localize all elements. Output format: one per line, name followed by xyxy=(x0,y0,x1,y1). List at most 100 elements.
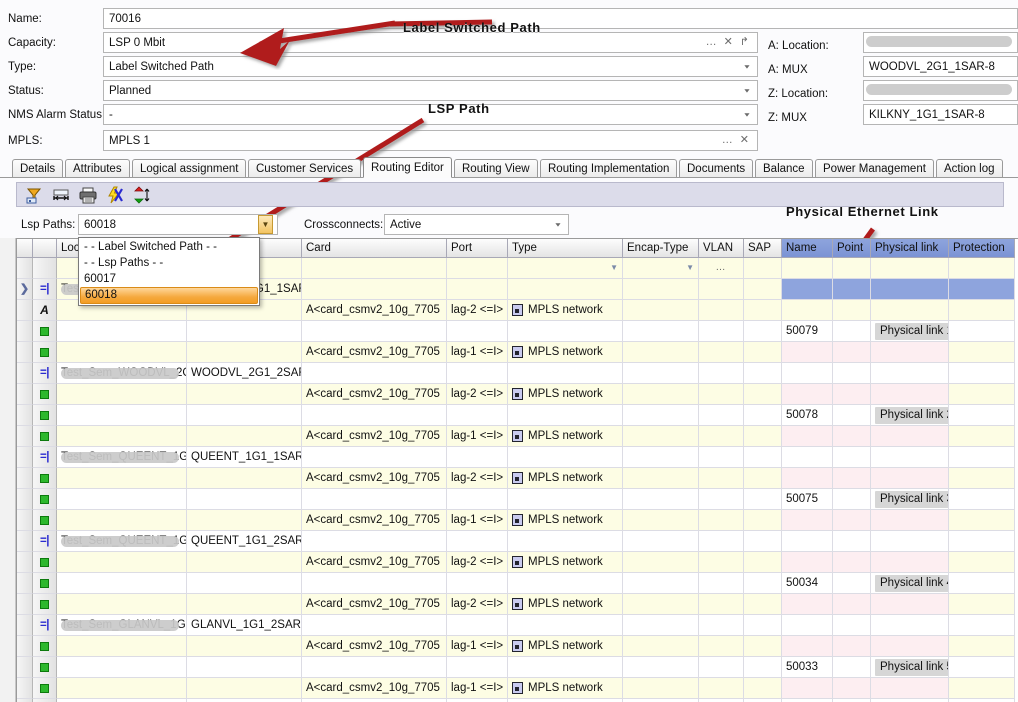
cell-name[interactable]: 50033 xyxy=(782,657,833,678)
cell-type[interactable] xyxy=(508,447,623,468)
status-chevron-down-icon[interactable] xyxy=(740,81,753,100)
dropdown-item-2[interactable]: 60017 xyxy=(80,271,258,287)
cell-physical-link[interactable]: Physical link 1 xyxy=(871,321,949,342)
cell-encap-type[interactable] xyxy=(623,321,699,342)
cell-sap[interactable] xyxy=(744,447,782,468)
cell-mux[interactable] xyxy=(187,342,302,363)
cell-protection[interactable] xyxy=(949,405,1015,426)
column-header-type[interactable]: Type xyxy=(508,239,623,258)
cell-mux[interactable]: WOODVL_2G1_2SAR-8 xyxy=(187,363,302,384)
tab-attributes[interactable]: Attributes xyxy=(65,159,130,178)
cell-location[interactable]: Test_Sem_QUEENT_1G1 xyxy=(57,531,187,552)
cell-name[interactable] xyxy=(782,384,833,405)
column-header-vlan[interactable]: VLAN xyxy=(699,239,744,258)
cell-vlan[interactable] xyxy=(699,300,744,321)
cell-vlan[interactable] xyxy=(699,510,744,531)
cell-mux[interactable] xyxy=(187,468,302,489)
cell-sap[interactable] xyxy=(744,657,782,678)
cell-sap[interactable] xyxy=(744,300,782,321)
row-marker-cell[interactable]: A xyxy=(33,300,57,321)
row-marker-cell[interactable] xyxy=(33,384,57,405)
cell-encap-type[interactable] xyxy=(623,384,699,405)
cell-card[interactable]: A<card_csmv2_10g_7705 xyxy=(302,342,447,363)
cell-point[interactable] xyxy=(833,657,871,678)
cell-type[interactable] xyxy=(508,573,623,594)
cell-encap-type[interactable] xyxy=(623,489,699,510)
tab-routing-implementation[interactable]: Routing Implementation xyxy=(540,159,678,178)
cell-location[interactable]: Test_Sem_WOODVL_2G1 xyxy=(57,363,187,384)
column-header-blank-1[interactable] xyxy=(33,239,57,258)
cell-card[interactable]: A<card_csmv2_10g_7705 xyxy=(302,384,447,405)
table-row[interactable]: A<card_csmv2_10g_7705 lag-1 <=I> MPLS netw… xyxy=(17,678,1018,699)
filter-cell-0[interactable] xyxy=(17,258,33,279)
cell-type[interactable] xyxy=(508,321,623,342)
cell-protection[interactable] xyxy=(949,594,1015,615)
cell-type[interactable] xyxy=(508,363,623,384)
cell-mux[interactable] xyxy=(187,657,302,678)
cell-type[interactable]: MPLS network xyxy=(508,552,623,573)
cell-point[interactable] xyxy=(833,489,871,510)
row-marker-cell[interactable] xyxy=(33,636,57,657)
cell-physical-link[interactable] xyxy=(871,426,949,447)
row-indicator-cell[interactable] xyxy=(17,594,33,615)
cell-point[interactable] xyxy=(833,510,871,531)
row-indicator-cell[interactable] xyxy=(17,468,33,489)
filter-cell-5[interactable] xyxy=(447,258,508,279)
cell-vlan[interactable] xyxy=(699,636,744,657)
tab-action-log[interactable]: Action log xyxy=(936,159,1003,178)
cell-card[interactable]: A<card_csmv2_10g_7705 xyxy=(302,468,447,489)
cell-point[interactable] xyxy=(833,573,871,594)
row-indicator-cell[interactable] xyxy=(17,636,33,657)
crossconnects-chevron-down-icon[interactable] xyxy=(551,215,564,234)
cell-card[interactable] xyxy=(302,489,447,510)
cell-sap[interactable] xyxy=(744,405,782,426)
cell-card[interactable]: A<card_csmv2_10g_7705 xyxy=(302,552,447,573)
cell-protection[interactable] xyxy=(949,636,1015,657)
table-row[interactable]: A<card_csmv2_10g_7705 lag-1 <=I> MPLS netw… xyxy=(17,426,1018,447)
capacity-open-icon[interactable]: ↱ xyxy=(740,37,749,48)
lsp-paths-dropdown-list[interactable]: - - Label Switched Path - -- - Lsp Paths… xyxy=(78,237,260,306)
row-indicator-cell[interactable] xyxy=(17,573,33,594)
cell-card[interactable]: A<card_csmv2_10g_7705 xyxy=(302,300,447,321)
row-indicator-cell[interactable] xyxy=(17,363,33,384)
cell-encap-type[interactable] xyxy=(623,531,699,552)
column-header-encap-type[interactable]: Encap-Type xyxy=(623,239,699,258)
row-marker-cell[interactable] xyxy=(33,552,57,573)
cell-name[interactable] xyxy=(782,678,833,699)
cell-type[interactable]: MPLS network xyxy=(508,678,623,699)
table-row[interactable]: 50079 Physical link 1 xyxy=(17,321,1018,342)
filter-ellipsis-icon[interactable]: … xyxy=(716,258,727,278)
cell-sap[interactable] xyxy=(744,615,782,636)
cell-vlan[interactable] xyxy=(699,384,744,405)
cell-protection[interactable] xyxy=(949,489,1015,510)
row-marker-cell[interactable]: =| xyxy=(33,363,57,384)
filter-cell-10[interactable] xyxy=(782,258,833,279)
tab-logical-assignment[interactable]: Logical assignment xyxy=(132,159,247,178)
measure-icon[interactable] xyxy=(52,186,70,204)
column-header-port[interactable]: Port xyxy=(447,239,508,258)
cell-point[interactable] xyxy=(833,531,871,552)
cell-physical-link[interactable] xyxy=(871,279,949,300)
cell-card[interactable]: A<card_csmv2_10g_7705 xyxy=(302,594,447,615)
cell-physical-link[interactable] xyxy=(871,531,949,552)
cell-point[interactable] xyxy=(833,468,871,489)
row-marker-cell[interactable]: =| xyxy=(33,447,57,468)
cell-name[interactable] xyxy=(782,426,833,447)
cell-location[interactable] xyxy=(57,426,187,447)
table-row[interactable]: 50033 Physical link 5 xyxy=(17,657,1018,678)
dropdown-item-0[interactable]: - - Label Switched Path - - xyxy=(80,239,258,255)
cell-port[interactable]: lag-2 <=I> xyxy=(447,384,508,405)
cell-point[interactable] xyxy=(833,384,871,405)
cell-point[interactable] xyxy=(833,321,871,342)
cell-mux[interactable] xyxy=(187,552,302,573)
row-indicator-cell[interactable] xyxy=(17,678,33,699)
cell-card[interactable] xyxy=(302,405,447,426)
cell-encap-type[interactable] xyxy=(623,636,699,657)
cell-physical-link[interactable] xyxy=(871,363,949,384)
cell-sap[interactable] xyxy=(744,678,782,699)
cell-physical-link[interactable] xyxy=(871,594,949,615)
cell-name[interactable] xyxy=(782,363,833,384)
cell-protection[interactable] xyxy=(949,573,1015,594)
mpls-clear-icon[interactable]: ✕ xyxy=(740,135,749,146)
cell-vlan[interactable] xyxy=(699,594,744,615)
